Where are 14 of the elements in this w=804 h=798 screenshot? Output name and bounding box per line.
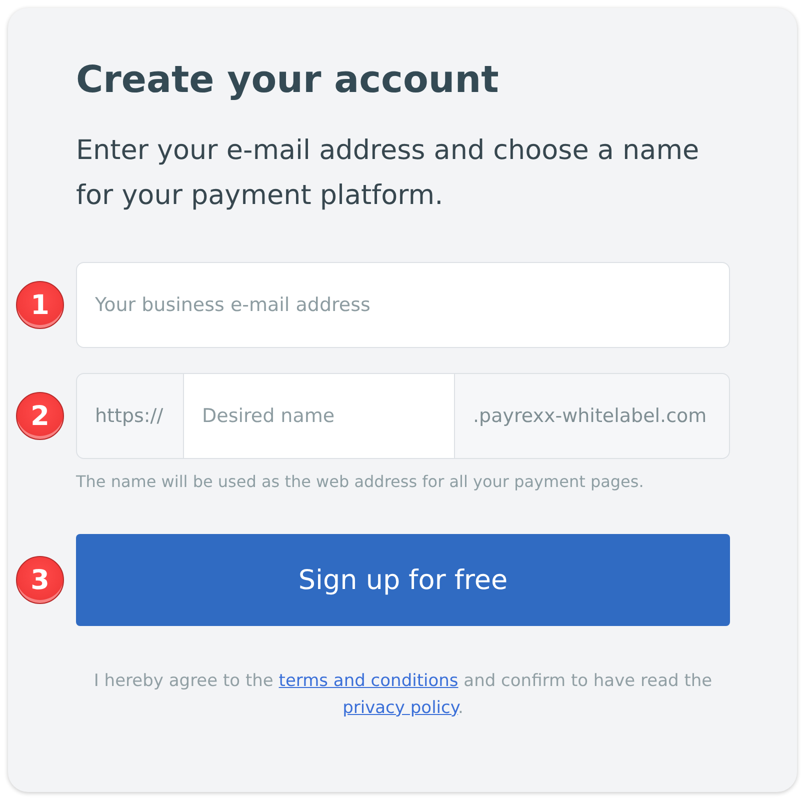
text-link[interactable]: terms and conditions: [278, 671, 458, 691]
email-input-field[interactable]: Your business e-mail address: [76, 262, 730, 348]
url-prefix: https://: [76, 373, 184, 459]
sign-up-button[interactable]: Sign up for free: [76, 534, 730, 626]
page-title: Create your account: [76, 57, 500, 103]
field-hint: The name will be used as the web address for all your payment pages.: [76, 471, 645, 493]
name-input-field[interactable]: Desired name: [184, 373, 454, 459]
step-number-badge: 1: [16, 281, 64, 329]
step-number-badge: 3: [16, 556, 64, 604]
step-number-badge: 2: [16, 392, 64, 440]
domain-suffix: .payrexx-whitelabel.com: [454, 373, 730, 459]
text-link[interactable]: privacy policy: [342, 698, 458, 718]
consent-text: I hereby agree to the terms and conditions and confirm to have read the privacy policy.: [92, 670, 714, 720]
intro-text: Enter your e-mail address and choose a name for your payment platform.: [76, 134, 700, 213]
